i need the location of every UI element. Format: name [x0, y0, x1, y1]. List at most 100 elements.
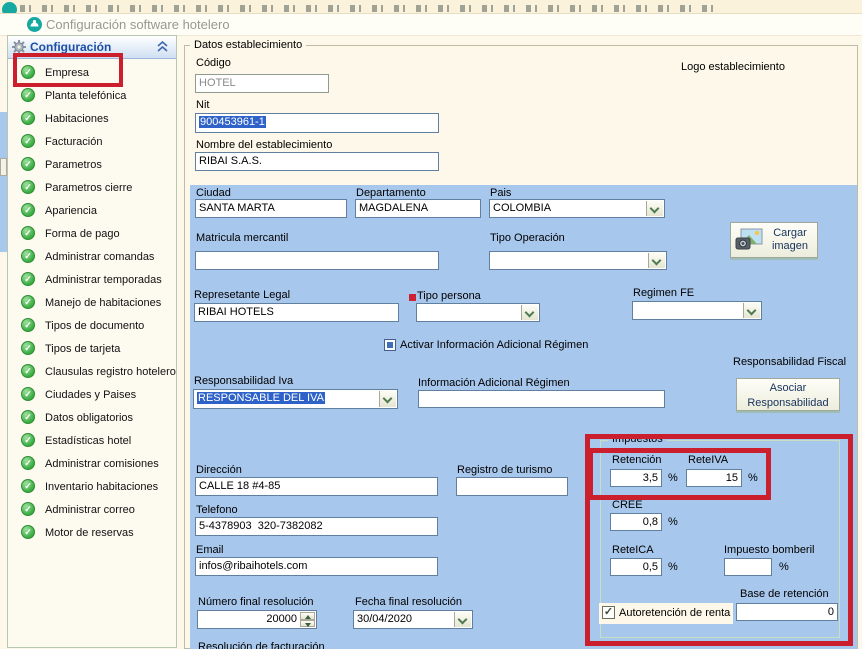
sidebar-item-administrar-correo[interactable]: ✓ Administrar correo	[8, 499, 176, 522]
sidebar-item-label: Administrar comandas	[45, 251, 154, 263]
representante-legal-input[interactable]: RIBAI HOTELS	[194, 303, 399, 322]
check-circle-icon: ✓	[21, 387, 35, 401]
sidebar-item-planta-telefonica[interactable]: ✓ Planta telefónica	[8, 85, 176, 108]
check-circle-icon: ✓	[21, 88, 35, 102]
dropdown-arrow-icon[interactable]	[646, 201, 663, 216]
nombre-establecimiento-label: Nombre del establecimiento	[196, 139, 332, 151]
check-circle-icon: ✓	[21, 295, 35, 309]
dropdown-arrow-icon[interactable]	[521, 305, 538, 320]
sidebar-item-clausulas-registro-hotelero[interactable]: ✓ Clausulas registro hotelero	[8, 361, 176, 384]
sidebar-item-facturacion[interactable]: ✓Facturación	[8, 131, 176, 154]
registro-turismo-input[interactable]	[456, 477, 568, 496]
sidebar-item-datos-obligatorios[interactable]: ✓Datos obligatorios	[8, 407, 176, 430]
dock-strip-blue-top	[0, 112, 7, 158]
sidebar-item-estadisticas-hotel[interactable]: ✓Estadísticas hotel	[8, 430, 176, 453]
telefono-label: Telefono	[196, 504, 238, 516]
sidebar-item-tipos-de-documento[interactable]: ✓Tipos de documento	[8, 315, 176, 338]
check-circle-icon: ✓	[21, 111, 35, 125]
sidebar-item-administrar-temporadas[interactable]: ✓Administrar temporadas	[8, 269, 176, 292]
matricula-mercantil-label: Matricula mercantil	[196, 232, 288, 244]
matricula-mercantil-input[interactable]	[195, 251, 439, 270]
sidebar-item-label: Administrar comisiones	[45, 458, 159, 470]
activar-info-checkbox[interactable]	[384, 339, 396, 351]
dropdown-arrow-icon[interactable]	[379, 391, 396, 407]
check-circle-icon: ✓	[21, 318, 35, 332]
codigo-label: Código	[196, 57, 231, 69]
sidebar-item-label: Datos obligatorios	[45, 412, 133, 424]
sidebar-item-manejo-de-habitaciones[interactable]: ✓ Manejo de habitaciones	[8, 292, 176, 315]
tipo-persona-select[interactable]	[416, 303, 540, 322]
sidebar-title: Configuración	[30, 40, 111, 54]
nit-input[interactable]: 900453961-1	[195, 113, 439, 133]
registro-turismo-label: Registro de turismo	[457, 464, 552, 476]
dock-strip-box	[0, 158, 7, 176]
sidebar-item-apariencia[interactable]: ✓ Apariencia	[8, 200, 176, 223]
check-circle-icon: ✓	[21, 203, 35, 217]
fecha-final-value: 30/04/2020	[357, 613, 412, 625]
numero-final-value: 20000	[266, 613, 297, 625]
departamento-input[interactable]: MAGDALENA	[355, 199, 481, 218]
sidebar-item-administrar-comisiones[interactable]: ✓Administrar comisiones	[8, 453, 176, 476]
ciudad-input[interactable]: SANTA MARTA	[195, 199, 347, 218]
cargar-imagen-button[interactable]: Cargar imagen	[730, 222, 818, 258]
sidebar-item-parametros[interactable]: ✓ Parametros	[8, 154, 176, 177]
sidebar-item-forma-de-pago[interactable]: ✓Forma de pago	[8, 223, 176, 246]
sidebar-item-tipos-de-tarjeta[interactable]: ✓Tipos de tarjeta	[8, 338, 176, 361]
check-circle-icon: ✓	[21, 157, 35, 171]
dropdown-arrow-icon[interactable]	[743, 303, 760, 318]
departamento-label: Departamento	[356, 187, 426, 199]
sidebar-item-label: Parametros cierre	[45, 182, 132, 194]
telefono-input[interactable]: 5-4378903 320-7382082	[195, 517, 438, 536]
sidebar-item-label: Manejo de habitaciones	[45, 297, 161, 309]
check-circle-icon: ✓	[21, 433, 35, 447]
sidebar-item-label: Habitaciones	[45, 113, 109, 125]
regimen-fe-select[interactable]	[632, 301, 762, 320]
responsabilidad-iva-select[interactable]: RESPONSABLE DEL IVA	[193, 389, 398, 409]
check-circle-icon: ✓	[21, 249, 35, 263]
dropdown-arrow-icon[interactable]	[454, 612, 471, 627]
direccion-input[interactable]: CALLE 18 #4-85	[195, 477, 438, 496]
sidebar-item-inventario-habitaciones[interactable]: ✓Inventario habitaciones	[8, 476, 176, 499]
gear-icon	[12, 40, 26, 54]
sidebar-item-ciudades-y-paises[interactable]: ✓Ciudades y Paises	[8, 384, 176, 407]
tipo-operacion-select[interactable]	[489, 251, 667, 270]
sidebar-item-label: Parametros	[45, 159, 102, 171]
chevron-double-up-icon[interactable]	[157, 41, 168, 53]
check-circle-icon: ✓	[21, 364, 35, 378]
check-circle-icon: ✓	[21, 502, 35, 516]
info-adicional-input[interactable]	[418, 390, 665, 408]
app-window: Configuración software hotelero Configur…	[0, 0, 862, 649]
email-input[interactable]: infos@ribaihotels.com	[195, 557, 438, 576]
activar-info-label: Activar Información Adicional Régimen	[400, 339, 588, 351]
responsabilidad-fiscal-label: Responsabilidad Fiscal	[733, 356, 846, 368]
regimen-fe-label: Regimen FE	[633, 287, 694, 299]
parent-window-strip	[0, 0, 862, 14]
sidebar-item-motor-de-reservas[interactable]: ✓Motor de reservas	[8, 522, 176, 545]
direccion-label: Dirección	[196, 464, 242, 476]
sidebar-item-label: Apariencia	[45, 205, 97, 217]
annotation-rect-empresa	[13, 53, 123, 87]
fecha-final-resolucion-datepicker[interactable]: 30/04/2020	[353, 610, 473, 629]
spinner-up-icon[interactable]	[300, 612, 315, 620]
spinner-down-icon[interactable]	[300, 620, 315, 628]
sidebar-item-administrar-comandas[interactable]: ✓ Administrar comandas	[8, 246, 176, 269]
codigo-input[interactable]: HOTEL	[195, 74, 329, 93]
nombre-establecimiento-input[interactable]: RIBAI S.A.S.	[195, 152, 439, 171]
clipped-window-title	[20, 5, 720, 12]
sidebar-item-label: Planta telefónica	[45, 90, 126, 102]
sidebar-item-habitaciones[interactable]: ✓ Habitaciones	[8, 108, 176, 131]
check-circle-icon: ✓	[21, 525, 35, 539]
sidebar-item-label: Administrar correo	[45, 504, 135, 516]
sidebar-item-label: Clausulas registro hotelero	[45, 366, 176, 378]
window-title: Configuración software hotelero	[46, 17, 230, 32]
responsabilidad-iva-label: Responsabilidad Iva	[194, 375, 293, 387]
numero-final-resolucion-spinner[interactable]: 20000	[197, 610, 317, 629]
sidebar-item-parametros-cierre[interactable]: ✓Parametros cierre	[8, 177, 176, 200]
pais-label: Pais	[490, 187, 511, 199]
groupbox-title: Datos establecimiento	[190, 39, 306, 51]
check-circle-icon: ✓	[21, 272, 35, 286]
asociar-responsabilidad-button[interactable]: Asociar Responsabilidad	[736, 378, 840, 411]
dropdown-arrow-icon[interactable]	[648, 253, 665, 268]
pais-select[interactable]: COLOMBIA	[489, 199, 665, 218]
parent-app-icon	[2, 2, 17, 14]
